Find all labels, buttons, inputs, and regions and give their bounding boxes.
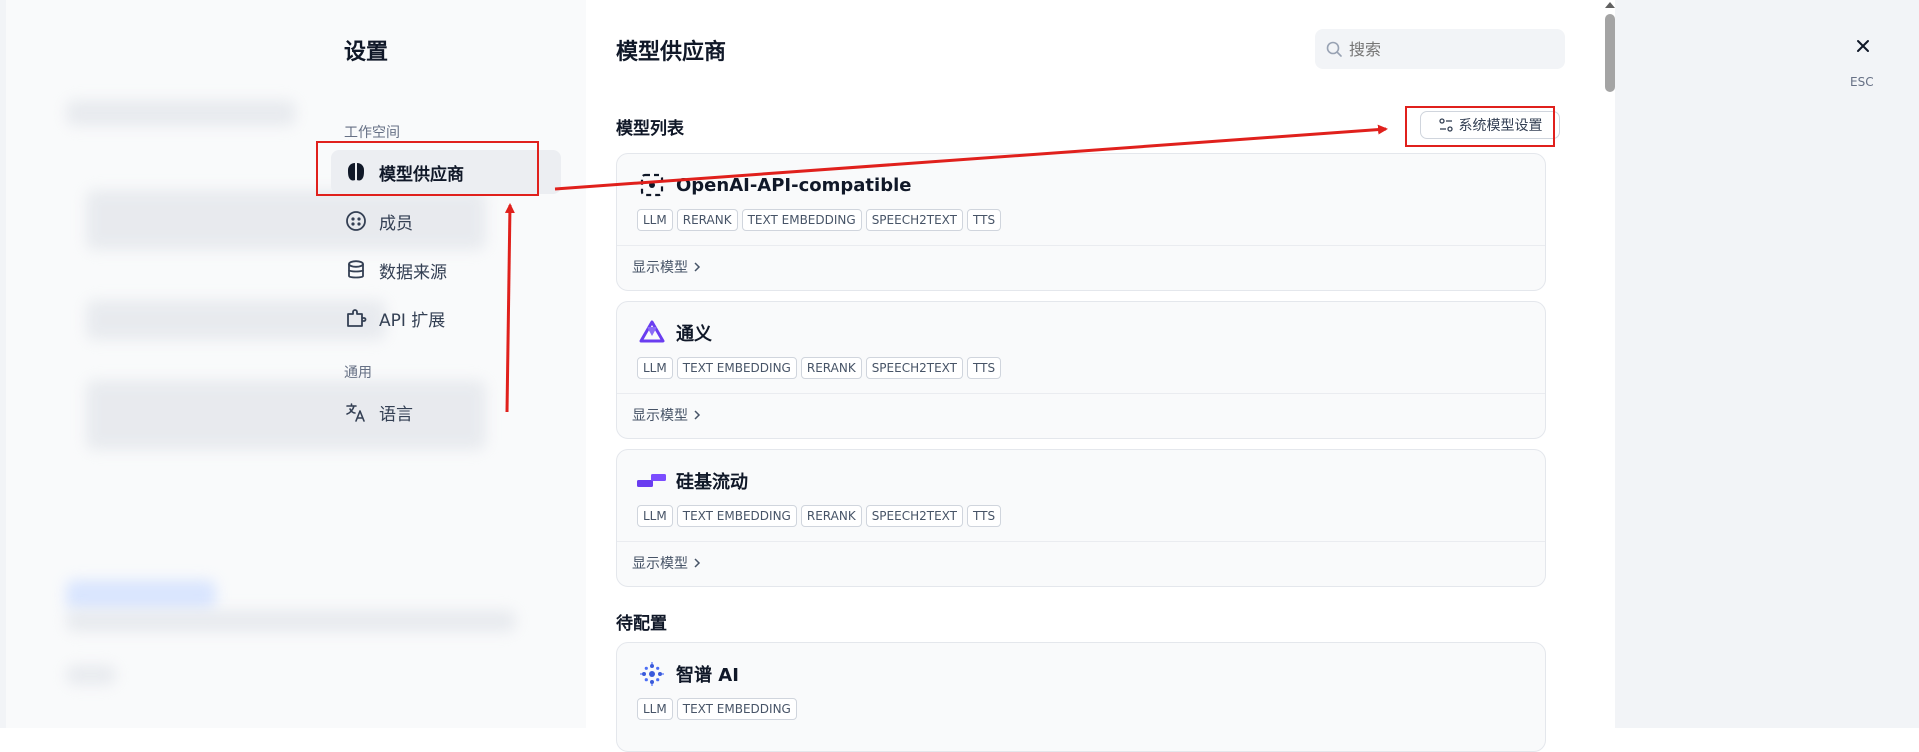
annotation-arrow-right (554, 124, 1388, 191)
annotation-arrow-up (504, 203, 515, 413)
annotation-arrows (504, 124, 1388, 413)
